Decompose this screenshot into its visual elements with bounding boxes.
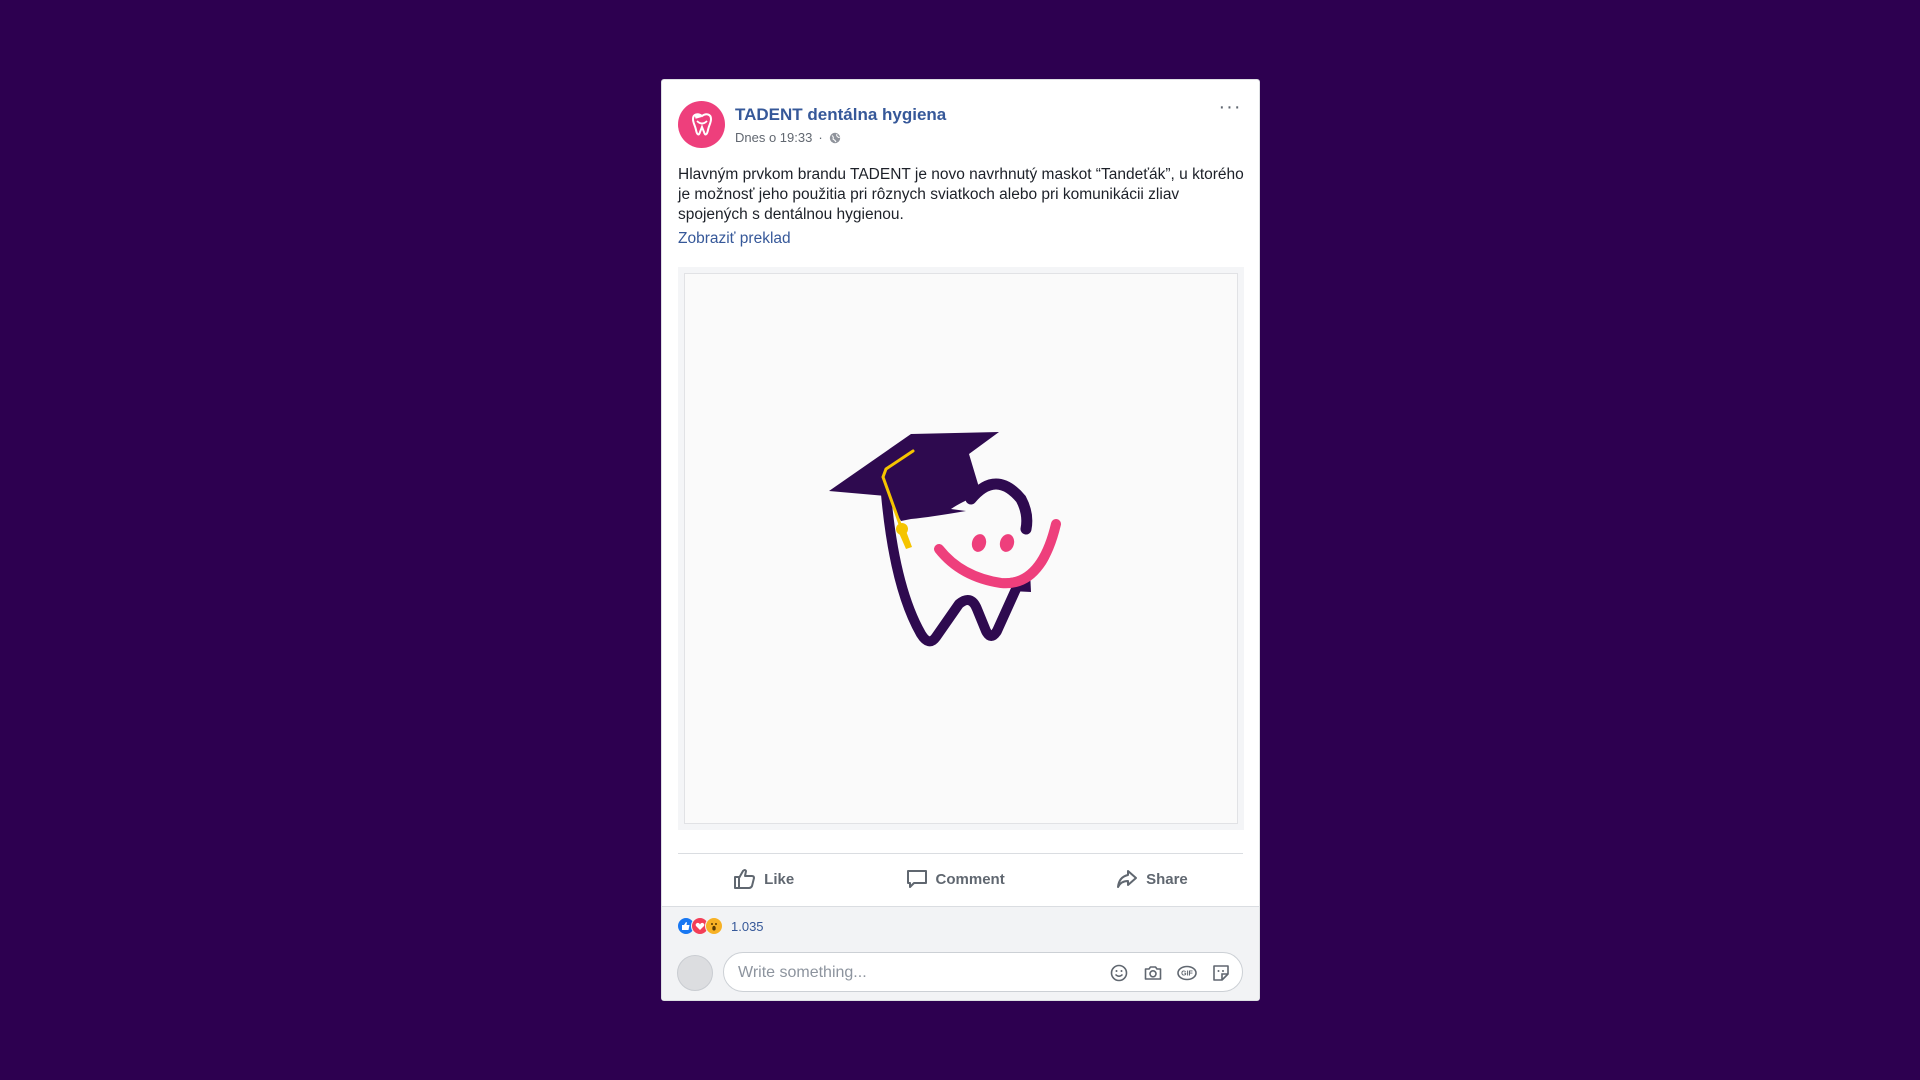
thumbs-up-icon [734,869,756,889]
speech-bubble-icon [906,870,927,888]
reactions-summary[interactable]: 1.035 [677,917,764,935]
meta-separator: · [818,130,823,145]
commenter-avatar [677,955,713,991]
reaction-count[interactable]: 1.035 [731,919,764,934]
globe-icon[interactable] [829,132,841,144]
comment-label: Comment [935,870,1005,888]
page-name-link[interactable]: TADENT dentálna hygiena [735,105,946,125]
post-timestamp[interactable]: Dnes o 19:33 [735,130,812,145]
sticker-icon[interactable] [1210,962,1232,984]
emoji-icon[interactable] [1108,962,1130,984]
comment-box[interactable]: GIF [723,952,1243,993]
like-button[interactable]: Like [733,868,794,890]
comment-input[interactable] [736,953,1070,993]
facebook-post-card: TADENT dentálna hygiena Dnes o 19:33 · ·… [661,79,1260,1001]
more-options-button[interactable]: ··· [1217,97,1243,121]
gif-icon[interactable]: GIF [1176,962,1198,984]
post-image-frame[interactable] [678,267,1244,830]
post-text: Hlavným prvkom brandu TADENT je novo nav… [678,166,1244,223]
wow-icon [705,917,723,935]
tooth-mascot-graduation-image [829,431,1061,646]
svg-text:GIF: GIF [1181,971,1193,978]
camera-icon[interactable] [1142,962,1164,984]
share-label: Share [1146,870,1188,888]
tooth-logo-icon [691,112,712,135]
see-translation-link[interactable]: Zobraziť preklad [678,230,791,248]
post-header: TADENT dentálna hygiena Dnes o 19:33 · ·… [678,97,1243,151]
comment-button[interactable]: Comment [905,868,1005,890]
comment-tools: GIF [1108,962,1232,984]
post-image [684,273,1238,824]
share-arrow-icon [1117,870,1138,888]
post-meta: Dnes o 19:33 · [735,130,841,145]
post-actions-bar: Like Comment Share [678,853,1243,904]
page-avatar[interactable] [678,101,725,148]
like-label: Like [764,870,795,888]
post-footer: 1.035 GIF [662,906,1259,1000]
share-button[interactable]: Share [1115,868,1188,890]
